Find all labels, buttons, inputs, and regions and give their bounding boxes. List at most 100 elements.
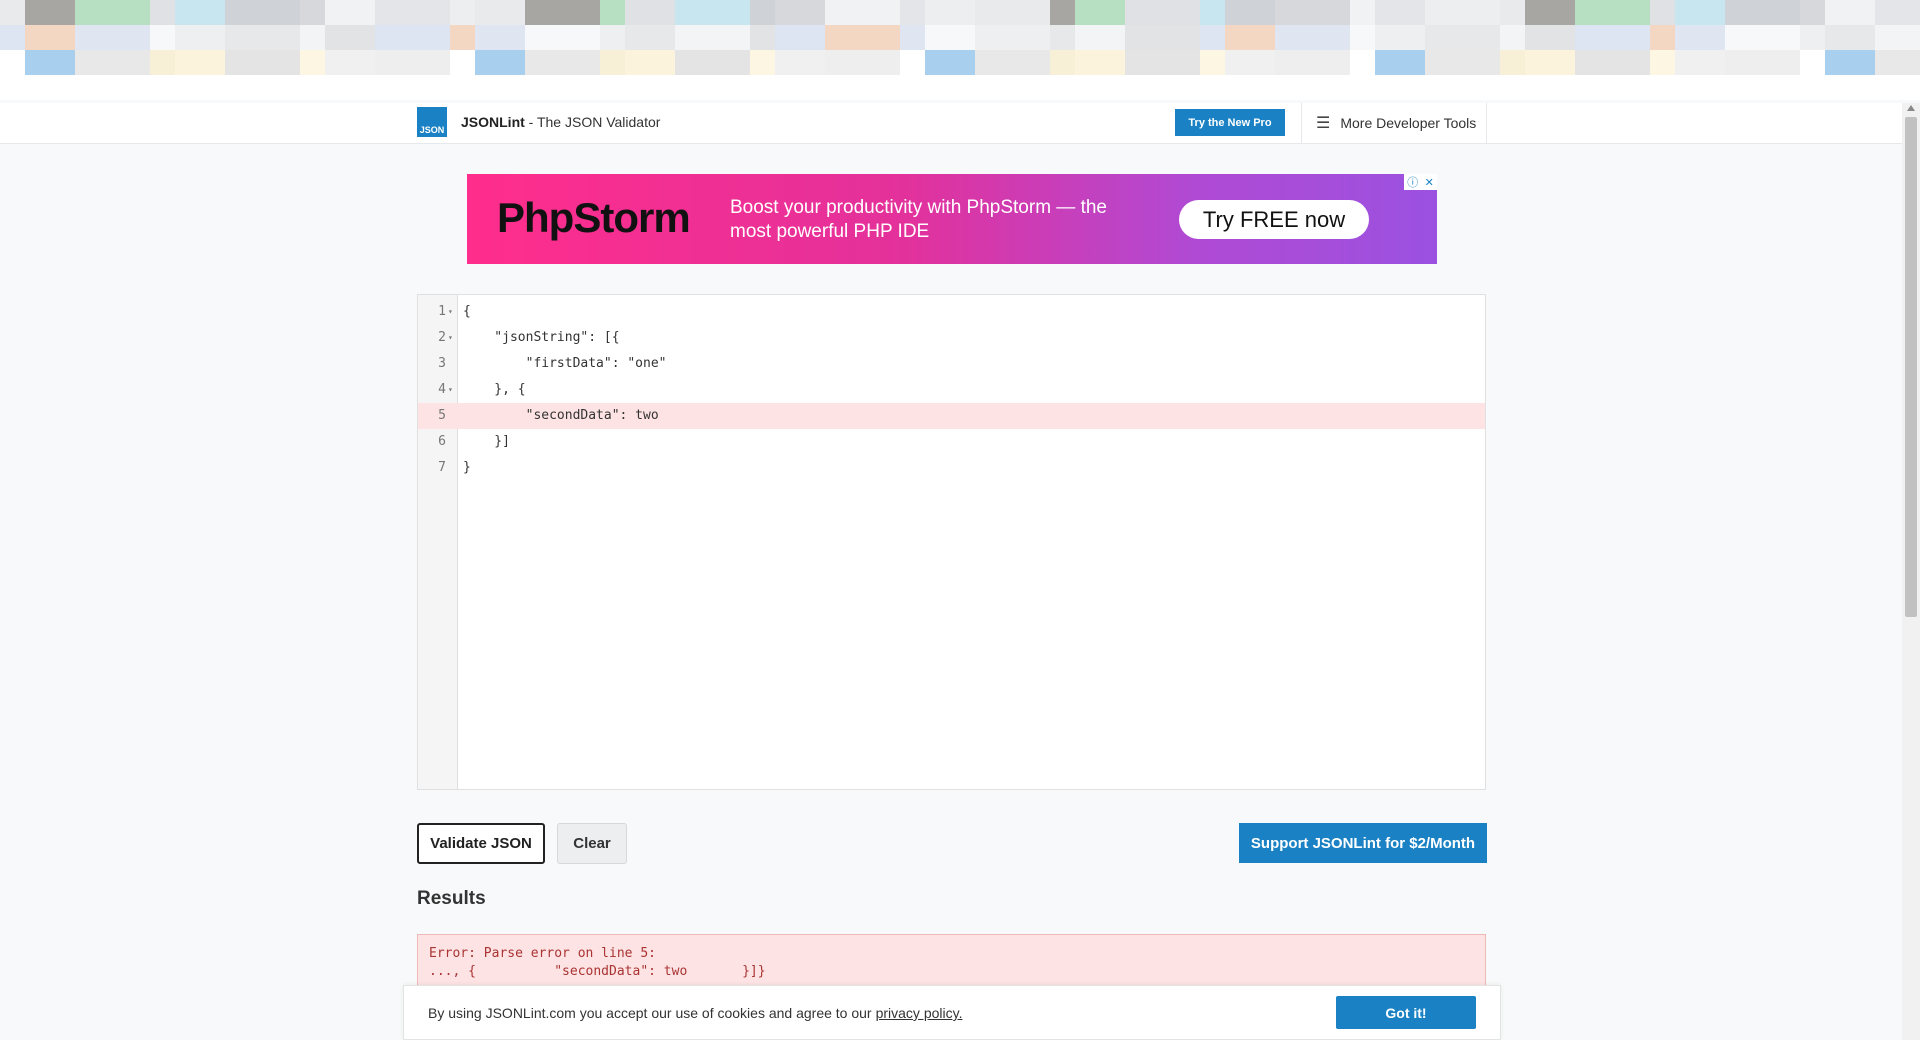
- more-tools-label: More Developer Tools: [1340, 115, 1477, 131]
- chrome-pixel: [150, 0, 175, 25]
- chrome-pixel: [0, 25, 25, 50]
- code-line[interactable]: 1 ▾ {: [418, 299, 1485, 325]
- support-jsonlint-button[interactable]: Support JSONLint for $2/Month: [1239, 823, 1487, 863]
- chrome-pixel: [300, 50, 325, 75]
- site-name: JSONLint: [461, 114, 525, 130]
- chrome-pixel: [600, 50, 625, 75]
- code-line[interactable]: 5 "secondData": two: [418, 403, 1485, 429]
- chrome-pixel: [625, 0, 675, 25]
- chrome-pixel: [1500, 50, 1525, 75]
- code-line[interactable]: 7}: [418, 455, 1485, 481]
- scroll-up-arrow-icon[interactable]: [1907, 105, 1915, 111]
- fold-arrow-icon[interactable]: ▾: [448, 299, 453, 325]
- code-line[interactable]: 2 ▾ "jsonString": [{: [418, 325, 1485, 351]
- line-number: 1: [438, 304, 446, 319]
- chrome-pixel: [1575, 25, 1650, 50]
- chrome-pixel: [1525, 0, 1575, 25]
- chrome-pixel: [1275, 50, 1350, 75]
- chrome-pixel: [150, 25, 175, 50]
- chrome-pixel: [1425, 0, 1500, 25]
- line-number: 6: [438, 434, 446, 449]
- code-line[interactable]: 4 ▾ }, {: [418, 377, 1485, 403]
- chrome-pixel: [75, 50, 150, 75]
- results-heading: Results: [417, 888, 486, 909]
- chrome-pixel: [1200, 0, 1225, 25]
- privacy-policy-link[interactable]: privacy policy.: [876, 1005, 963, 1021]
- chrome-pixel: [1675, 50, 1725, 75]
- chrome-pixel: [925, 0, 975, 25]
- chrome-row-4: [0, 75, 1920, 100]
- fold-arrow-icon[interactable]: ▾: [448, 377, 453, 403]
- ad-brand: PhpStorm: [497, 194, 691, 241]
- validate-json-button[interactable]: Validate JSON: [417, 823, 545, 864]
- chrome-pixel: [1350, 0, 1375, 25]
- chrome-pixel: [1050, 25, 1075, 50]
- chrome-pixel: [150, 50, 175, 75]
- page-scrollbar[interactable]: [1902, 103, 1920, 1040]
- chrome-pixel: [1525, 50, 1575, 75]
- browser-chrome-blurred: [0, 0, 1920, 100]
- chrome-pixel: [1825, 0, 1875, 25]
- jsonlint-logo[interactable]: JSON: [417, 107, 447, 137]
- chrome-pixel: [1225, 0, 1275, 25]
- ad-cta-button[interactable]: Try FREE now: [1179, 200, 1369, 239]
- cookie-text: By using JSONLint.com you accept our use…: [428, 1005, 872, 1021]
- chrome-pixel: [325, 0, 375, 25]
- chrome-pixel: [1825, 25, 1875, 50]
- chrome-pixel: [75, 0, 150, 25]
- chrome-pixel: [1500, 25, 1525, 50]
- chrome-pixel: [225, 0, 300, 25]
- chrome-pixel: [1875, 50, 1920, 75]
- scroll-thumb[interactable]: [1905, 117, 1917, 617]
- chrome-pixel: [975, 50, 1050, 75]
- chrome-pixel: [825, 0, 900, 25]
- chrome-pixel: [450, 25, 475, 50]
- chrome-pixel: [450, 0, 475, 25]
- ad-info-icon[interactable]: ⓘ: [1407, 174, 1418, 190]
- chrome-pixel: [1425, 25, 1500, 50]
- chrome-pixel: [1375, 50, 1425, 75]
- chrome-pixel: [375, 0, 450, 25]
- chrome-pixel: [625, 50, 675, 75]
- chrome-pixel: [925, 25, 975, 50]
- chrome-pixel: [1125, 25, 1200, 50]
- chrome-pixel: [25, 25, 75, 50]
- cookie-message: By using JSONLint.com you accept our use…: [428, 1005, 962, 1021]
- chrome-pixel: [1225, 25, 1275, 50]
- chrome-row-2: [0, 25, 1920, 50]
- chrome-pixel: [675, 0, 750, 25]
- chrome-pixel: [1075, 50, 1125, 75]
- try-pro-button[interactable]: Try the New Pro: [1175, 109, 1285, 136]
- chrome-pixel: [1125, 0, 1200, 25]
- json-editor[interactable]: 1 ▾{2 ▾ "jsonString": [{3 "firstData": "on…: [417, 294, 1486, 790]
- chrome-pixel: [975, 25, 1050, 50]
- chrome-pixel: [1800, 50, 1825, 75]
- chrome-pixel: [1500, 0, 1525, 25]
- more-developer-tools-menu[interactable]: ☰ More Developer Tools: [1301, 103, 1487, 143]
- phpstorm-ad-banner[interactable]: PhpStorm Boost your productivity with Ph…: [467, 174, 1437, 264]
- code-line[interactable]: 3 "firstData": "one": [418, 351, 1485, 377]
- code-line[interactable]: 6 }]: [418, 429, 1485, 455]
- ad-choices: ⓘ ✕: [1404, 174, 1437, 190]
- chrome-pixel: [475, 50, 525, 75]
- fold-arrow-icon[interactable]: ▾: [448, 325, 453, 351]
- cookie-accept-button[interactable]: Got it!: [1336, 996, 1476, 1029]
- chrome-pixel: [475, 25, 525, 50]
- chrome-pixel: [625, 25, 675, 50]
- line-number: 5: [438, 408, 446, 423]
- chrome-pixel: [750, 25, 775, 50]
- chrome-pixel: [1200, 50, 1225, 75]
- code-text: "jsonString": [{: [463, 330, 620, 345]
- line-number: 7: [438, 460, 446, 475]
- chrome-pixel: [1675, 0, 1725, 25]
- chrome-pixel: [300, 25, 325, 50]
- ad-close-icon[interactable]: ✕: [1425, 176, 1434, 189]
- site-title[interactable]: JSONLint - The JSON Validator: [461, 114, 660, 130]
- clear-button[interactable]: Clear: [557, 823, 627, 864]
- chrome-pixel: [1425, 50, 1500, 75]
- chrome-pixel: [1875, 0, 1920, 25]
- chrome-pixel: [1050, 0, 1075, 25]
- chrome-pixel: [1375, 25, 1425, 50]
- chrome-row-3: [0, 50, 1920, 75]
- hamburger-menu-icon: ☰: [1316, 115, 1331, 132]
